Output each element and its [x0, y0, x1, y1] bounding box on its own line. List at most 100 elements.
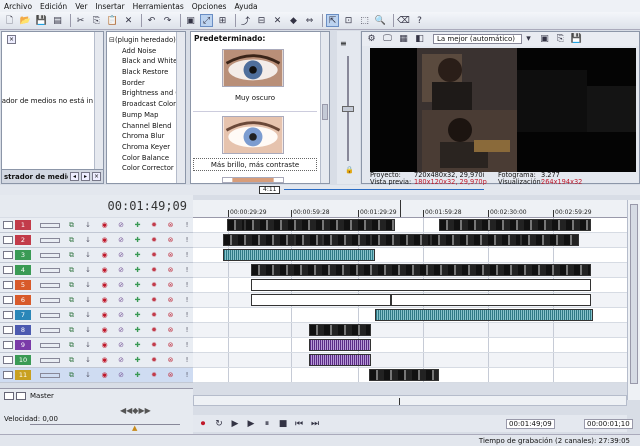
track-mute-icon[interactable]: ⊘ [116, 250, 126, 260]
scroll-thumb[interactable] [630, 204, 638, 384]
media-clip[interactable] [309, 354, 371, 366]
track-info-icon[interactable]: ! [182, 265, 192, 275]
rate-slider-thumb[interactable]: ▲ [132, 424, 137, 432]
fx-list-item[interactable]: Border [107, 78, 176, 89]
track-motion-icon[interactable]: ✚ [133, 250, 143, 260]
media-clip[interactable] [323, 234, 371, 246]
save-snapshot-icon[interactable]: 💾 [570, 33, 583, 46]
track-info-icon[interactable]: ! [182, 220, 192, 230]
playhead-cursor[interactable] [400, 200, 401, 217]
fx-list-item[interactable]: Black Restore [107, 67, 176, 78]
track-arrow-icon[interactable]: ↓ [83, 340, 93, 350]
tab-prev-icon[interactable]: ◂ [70, 172, 79, 181]
track-fx-icon[interactable]: ⧉ [67, 250, 77, 260]
track-arrow-icon[interactable]: ↓ [83, 250, 93, 260]
track-header[interactable]: 8 ▭ ⧉ ↓ ◉ ⊘ ✚ ✹ ⊗! [0, 323, 193, 338]
track-motion-icon[interactable]: ✚ [133, 355, 143, 365]
track-record-icon[interactable]: ◉ [100, 295, 110, 305]
fx-list-item[interactable]: Chroma Blur [107, 131, 176, 142]
track-settings-icon[interactable]: ✹ [149, 235, 159, 245]
fx-list-item[interactable]: (plugin heredado) [107, 35, 176, 46]
selection-start-timecode[interactable]: 00:01:49;09 [506, 419, 555, 429]
track-info-icon[interactable]: ! [182, 370, 192, 380]
track-record-icon[interactable]: ◉ [100, 250, 110, 260]
track-motion-icon[interactable]: ✚ [133, 340, 143, 350]
track-info-icon[interactable]: ! [182, 355, 192, 365]
preview-quality-select[interactable]: La mejor (automático) [433, 34, 523, 44]
track-expand-icon[interactable] [3, 371, 13, 379]
track-header[interactable]: 7 ▭ ⧉ ↓ ◉ ⊘ ✚ ✹ ⊗! [0, 308, 193, 323]
media-clip[interactable] [309, 324, 371, 336]
media-clip[interactable] [369, 369, 439, 381]
tab-project-media[interactable]: strador de medios [2, 173, 68, 181]
track-header[interactable]: 10 ▭ ⧉ ↓ ◉ ⊘ ✚ ✹ ⊗! [0, 353, 193, 368]
media-clip[interactable] [371, 234, 431, 246]
track-sliders-icon[interactable]: ▭ [40, 342, 60, 348]
track-header[interactable]: 11 ▭ ⧉ ↓ ◉ ⊘ ✚ ✹ ⊗! [0, 368, 193, 383]
track-settings-icon[interactable]: ✹ [149, 280, 159, 290]
track-mute-icon[interactable]: ⊘ [116, 355, 126, 365]
envelope-tool-icon[interactable]: ⊡ [342, 14, 355, 27]
track-solo-icon[interactable]: ⊗ [166, 310, 176, 320]
track-expand-icon[interactable] [3, 281, 13, 289]
track-record-icon[interactable]: ◉ [100, 235, 110, 245]
track-settings-icon[interactable]: ✹ [149, 370, 159, 380]
media-clip[interactable] [431, 234, 521, 246]
menu-edicion[interactable]: Edición [36, 2, 71, 11]
track-sliders-icon[interactable]: ▭ [40, 312, 60, 318]
track-arrow-icon[interactable]: ↓ [83, 265, 93, 275]
track-solo-icon[interactable]: ⊗ [166, 340, 176, 350]
track-record-icon[interactable]: ◉ [100, 325, 110, 335]
stop-icon[interactable]: ■ [277, 418, 289, 430]
track-fx-icon[interactable]: ⧉ [67, 295, 77, 305]
track-arrow-icon[interactable]: ↓ [83, 355, 93, 365]
fx-list-item[interactable]: Add Noise [107, 46, 176, 57]
track-expand-icon[interactable] [3, 236, 13, 244]
timeline-vertical-scrollbar[interactable] [627, 200, 640, 400]
play-from-start-icon[interactable]: ▶ [229, 418, 241, 430]
track-arrow-icon[interactable]: ↓ [83, 310, 93, 320]
track-fx-icon[interactable]: ⧉ [67, 370, 77, 380]
loop-region-bar[interactable]: 4:11 [0, 185, 640, 195]
paste-icon[interactable]: 📋 [106, 14, 119, 27]
track-record-icon[interactable]: ◉ [100, 265, 110, 275]
track-mute-icon[interactable]: ⊘ [116, 325, 126, 335]
track-mute-icon[interactable]: ⊘ [116, 340, 126, 350]
track-motion-icon[interactable]: ✚ [133, 280, 143, 290]
track-arrow-icon[interactable]: ↓ [83, 280, 93, 290]
track-settings-icon[interactable]: ✹ [149, 355, 159, 365]
media-clip[interactable] [227, 219, 245, 231]
fx-list-item[interactable]: Color Corrector [107, 163, 176, 174]
track-solo-icon[interactable]: ⊗ [166, 220, 176, 230]
track-lane[interactable] [193, 353, 627, 368]
fx-list-item[interactable]: Channel Blend [107, 121, 176, 132]
fx-preview-icon[interactable]: ▦ [397, 33, 410, 46]
track-motion-icon[interactable]: ✚ [133, 265, 143, 275]
media-clip[interactable] [251, 279, 591, 291]
track-solo-icon[interactable]: ⊗ [166, 325, 176, 335]
media-clip[interactable] [521, 234, 579, 246]
tab-close-icon[interactable]: × [92, 172, 101, 181]
track-motion-icon[interactable]: ✚ [133, 310, 143, 320]
track-header[interactable]: 5 ▭ ⧉ ↓ ◉ ⊘ ✚ ✹ ⊗! [0, 278, 193, 293]
go-to-end-icon[interactable]: ⏭ [309, 418, 321, 430]
track-expand-icon[interactable] [3, 326, 13, 334]
bus-fx-icon[interactable] [16, 392, 26, 400]
lock-envelopes-icon[interactable]: ⤴ [239, 14, 252, 27]
track-mute-icon[interactable]: ⊘ [116, 235, 126, 245]
track-mute-icon[interactable]: ⊘ [116, 220, 126, 230]
menu-herramientas[interactable]: Herramientas [129, 2, 188, 11]
track-solo-icon[interactable]: ⊗ [166, 280, 176, 290]
render-icon[interactable]: ▣ [184, 14, 197, 27]
selection-length-timecode[interactable]: 00:00:01;10 [584, 419, 633, 429]
track-motion-icon[interactable]: ✚ [133, 235, 143, 245]
track-motion-icon[interactable]: ✚ [133, 370, 143, 380]
lock-icon[interactable]: 🔒 [345, 166, 354, 174]
track-expand-icon[interactable] [3, 251, 13, 259]
rate-arrows-icon[interactable]: ◀◀◆▶▶ [120, 406, 151, 415]
media-clip[interactable] [375, 309, 593, 321]
play-icon[interactable]: ▶ [245, 418, 257, 430]
track-sliders-icon[interactable]: ▭ [40, 372, 60, 378]
media-clip[interactable] [251, 264, 591, 276]
track-motion-icon[interactable]: ✚ [133, 220, 143, 230]
